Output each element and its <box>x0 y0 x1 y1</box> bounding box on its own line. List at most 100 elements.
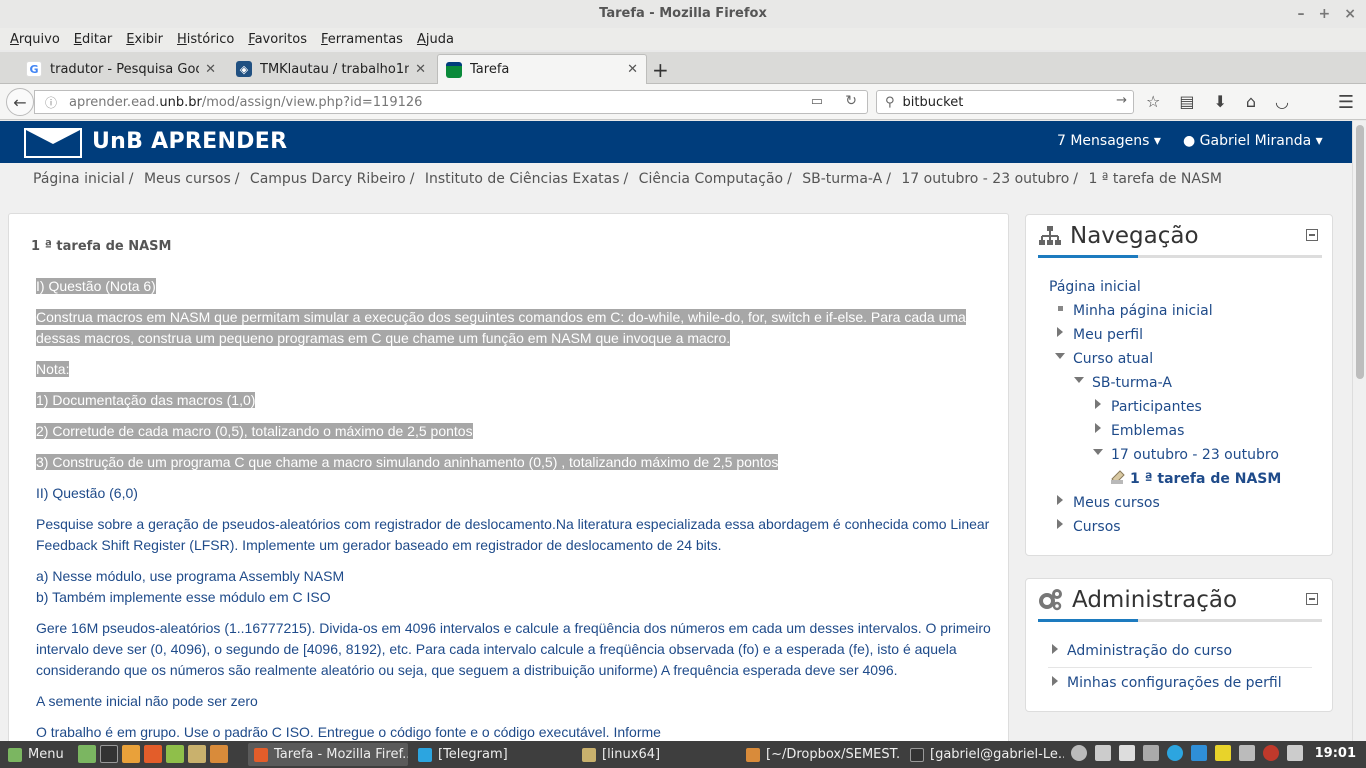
nav-courses[interactable]: Cursos <box>1073 519 1121 535</box>
search-bar[interactable]: ⚲ bitbucket → <box>876 90 1134 114</box>
breadcrumb-item[interactable]: SB-turma-A <box>802 171 882 187</box>
site-brand[interactable]: UnB APRENDER <box>92 129 287 154</box>
messages-menu[interactable]: 7 Mensagens ▾ <box>1057 133 1161 149</box>
close-window-button[interactable]: × <box>1344 0 1356 28</box>
menu-arquivo[interactable]: Arquivo <box>10 32 60 47</box>
nav-my-courses[interactable]: Meus cursos <box>1073 495 1160 511</box>
minimize-button[interactable]: – <box>1298 0 1305 28</box>
taskbar-item-telegram[interactable]: [Telegram] <box>412 743 572 766</box>
volume-icon[interactable] <box>1286 745 1303 761</box>
close-tab-icon[interactable]: ✕ <box>205 62 216 77</box>
close-tab-icon[interactable]: ✕ <box>415 62 426 77</box>
battery-icon[interactable] <box>1118 745 1135 761</box>
breadcrumb-item[interactable]: Página inicial <box>33 171 125 187</box>
expand-icon[interactable] <box>1052 676 1058 686</box>
menu-editar[interactable]: Editar <box>74 32 113 47</box>
breadcrumb: Página inicial / Meus cursos / Campus Darc… <box>33 171 1222 187</box>
breadcrumb-item[interactable]: Meus cursos <box>144 171 231 187</box>
expand-icon[interactable] <box>1057 495 1063 505</box>
collapse-administration-icon[interactable] <box>1306 593 1318 605</box>
clipboard-icon[interactable] <box>1142 745 1159 761</box>
collapse-navigation-icon[interactable] <box>1306 229 1318 241</box>
system-tray: 19:01 <box>1070 745 1356 761</box>
administration-block-title: Administração <box>1072 587 1238 613</box>
taskbar-item-terminal[interactable]: [gabriel@gabriel-Le... <box>904 743 1064 766</box>
menu-hamburger-icon[interactable]: ☰ <box>1338 92 1354 113</box>
terminal-icon[interactable] <box>100 745 118 763</box>
breadcrumb-item[interactable]: Campus Darcy Ribeiro <box>250 171 406 187</box>
home-icon[interactable]: ⌂ <box>1246 92 1256 111</box>
reader-view-icon[interactable]: ▭ <box>811 94 823 109</box>
telegram-icon <box>418 747 432 762</box>
unb-logo-icon[interactable] <box>24 128 82 158</box>
nav-badges[interactable]: Emblemas <box>1111 423 1184 439</box>
dropbox-icon[interactable] <box>1190 745 1207 761</box>
close-tab-icon[interactable]: ✕ <box>627 62 638 77</box>
collapse-icon[interactable] <box>1055 353 1065 359</box>
user-menu[interactable]: ● Gabriel Miranda ▾ <box>1183 133 1323 149</box>
bluetooth-icon[interactable] <box>1238 745 1255 761</box>
user-icon[interactable] <box>1070 745 1087 761</box>
taskbar-item-editor[interactable]: [~/Dropbox/SEMEST... <box>740 743 900 766</box>
expand-icon[interactable] <box>1057 519 1063 529</box>
expand-icon[interactable] <box>1057 327 1063 337</box>
expand-icon[interactable] <box>1095 399 1101 409</box>
menu-exibir[interactable]: Exibir <box>126 32 163 47</box>
update-shield-icon[interactable] <box>1262 745 1279 761</box>
url-bar[interactable]: ⓘ aprender.ead. unb.br/mod/assign/view.ph… <box>34 90 868 114</box>
scrollbar-thumb[interactable] <box>1356 125 1364 379</box>
nav-participants[interactable]: Participantes <box>1111 399 1202 415</box>
nav-my-home[interactable]: Minha página inicial <box>1073 303 1213 319</box>
maximize-button[interactable]: + <box>1319 0 1331 28</box>
menu-historico[interactable]: Histórico <box>177 32 234 47</box>
qtcreator-icon[interactable] <box>166 745 184 763</box>
new-tab-button[interactable]: + <box>652 58 669 82</box>
expand-icon[interactable] <box>1052 644 1058 654</box>
collapse-icon[interactable] <box>1074 377 1084 383</box>
nav-home[interactable]: Página inicial <box>1049 279 1141 295</box>
start-menu-button[interactable]: Menu <box>2 743 68 766</box>
menu-favoritos[interactable]: Favoritos <box>248 32 307 47</box>
tab-tarefa[interactable]: Tarefa ✕ <box>437 54 647 84</box>
back-button[interactable]: ← <box>6 88 34 116</box>
navigation-block-title: Navegação <box>1070 223 1199 249</box>
nav-course-administration[interactable]: Administração do curso <box>1067 643 1232 659</box>
sublime-icon[interactable] <box>210 745 228 763</box>
reload-icon[interactable]: ↻ <box>845 93 857 109</box>
notes-icon[interactable] <box>1214 745 1231 761</box>
search-input[interactable]: bitbucket <box>903 95 964 110</box>
breadcrumb-item[interactable]: Ciência Computação <box>639 171 783 187</box>
menu-ajuda[interactable]: Ajuda <box>417 32 454 47</box>
page-scrollbar[interactable] <box>1352 121 1366 741</box>
taskbar-item-firefox[interactable]: Tarefa - Mozilla Firef... <box>248 743 408 766</box>
collapse-icon[interactable] <box>1093 449 1103 455</box>
search-go-icon[interactable]: → <box>1116 93 1127 108</box>
nav-course-sb-turma-a[interactable]: SB-turma-A <box>1092 375 1172 391</box>
telegram-tray-icon[interactable] <box>1166 745 1183 761</box>
pocket-icon[interactable]: ◡ <box>1275 92 1289 111</box>
nav-current-assignment[interactable]: 1 ª tarefa de NASM <box>1130 471 1281 487</box>
show-desktop-icon[interactable] <box>78 745 96 763</box>
nav-profile-settings[interactable]: Minhas configurações de perfil <box>1067 675 1282 691</box>
grading-item: 1) Documentação das macros (1,0) <box>36 392 256 408</box>
nav-my-profile[interactable]: Meu perfil <box>1073 327 1143 343</box>
breadcrumb-item[interactable]: 17 outubro - 23 outubro <box>901 171 1069 187</box>
bookmark-star-icon[interactable]: ☆ <box>1146 92 1160 111</box>
breadcrumb-item[interactable]: Instituto de Ciências Exatas <box>425 171 620 187</box>
firefox-icon[interactable] <box>144 745 162 763</box>
expand-icon[interactable] <box>1095 423 1101 433</box>
wifi-icon[interactable] <box>1094 745 1111 761</box>
taskbar-item-folder[interactable]: [linux64] <box>576 743 736 766</box>
menu-ferramentas[interactable]: Ferramentas <box>321 32 403 47</box>
nav-week[interactable]: 17 outubro - 23 outubro <box>1111 447 1279 463</box>
breadcrumb-item[interactable]: 1 ª tarefa de NASM <box>1088 171 1221 187</box>
reading-list-icon[interactable]: ▤ <box>1179 92 1194 111</box>
files-icon[interactable] <box>188 745 206 763</box>
tab-google[interactable]: G tradutor - Pesquisa Google ✕ <box>18 54 224 84</box>
clock[interactable]: 19:01 <box>1315 746 1356 761</box>
info-icon[interactable]: ⓘ <box>45 94 57 111</box>
download-icon[interactable]: ⬇ <box>1213 92 1226 111</box>
tab-bitbucket[interactable]: ◈ TMKlautau / trabalho1na... ✕ <box>228 54 434 84</box>
chrome-icon[interactable] <box>122 745 140 763</box>
nav-current-course[interactable]: Curso atual <box>1073 351 1153 367</box>
